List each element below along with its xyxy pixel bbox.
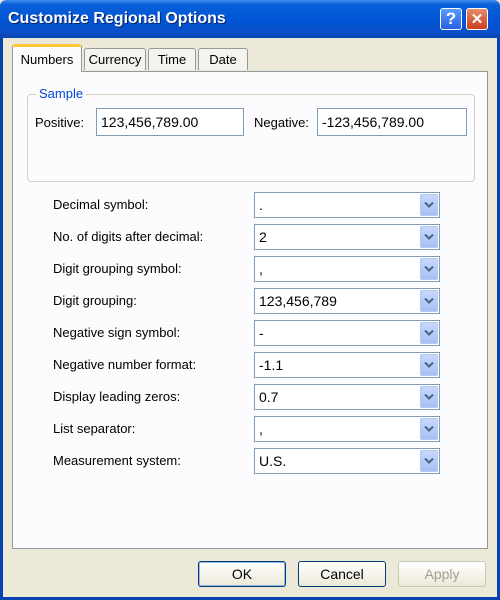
negative-sample-field: -123,456,789.00 <box>317 108 467 136</box>
dropdown-button[interactable] <box>420 258 438 280</box>
digit-grouping-symbol-label: Digit grouping symbol: <box>53 261 182 276</box>
digit-grouping-label: Digit grouping: <box>53 293 137 308</box>
decimal-symbol-label: Decimal symbol: <box>53 197 149 212</box>
sample-group-label: Sample <box>36 86 87 101</box>
chevron-down-icon <box>424 361 434 368</box>
dropdown-button[interactable] <box>420 450 438 472</box>
digits-after-decimal-label: No. of digits after decimal: <box>53 229 204 244</box>
chevron-down-icon <box>424 393 434 400</box>
cancel-button[interactable]: Cancel <box>298 561 386 587</box>
close-icon: ✕ <box>470 11 484 28</box>
help-icon: ? <box>445 9 457 28</box>
chevron-down-icon <box>424 233 434 240</box>
decimal-symbol-select[interactable]: . <box>254 192 440 218</box>
dropdown-button[interactable] <box>420 386 438 408</box>
chevron-down-icon <box>424 297 434 304</box>
select-value: , <box>259 421 263 437</box>
dropdown-button[interactable] <box>420 194 438 216</box>
close-button[interactable]: ✕ <box>466 8 488 30</box>
negative-label: Negative: <box>254 115 309 130</box>
tab-date[interactable]: Date <box>198 48 248 70</box>
dropdown-button[interactable] <box>420 418 438 440</box>
select-value: 2 <box>259 229 267 245</box>
measurement-system-select[interactable]: U.S. <box>254 448 440 474</box>
negative-sign-symbol-label: Negative sign symbol: <box>53 325 181 340</box>
select-value: 0.7 <box>259 389 279 405</box>
numbers-panel: Sample Positive: 123,456,789.00 Negative… <box>12 71 488 549</box>
select-value: -1.1 <box>259 357 284 373</box>
select-value: 123,456,789 <box>259 293 337 309</box>
select-value: U.S. <box>259 453 287 469</box>
apply-button[interactable]: Apply <box>398 561 486 587</box>
chevron-down-icon <box>424 265 434 272</box>
display-leading-zeros-label: Display leading zeros: <box>53 389 181 404</box>
select-value: . <box>259 197 263 213</box>
negative-number-format-select[interactable]: -1.1 <box>254 352 440 378</box>
window-frame-left <box>0 38 3 600</box>
ok-button[interactable]: OK <box>198 561 286 587</box>
select-value: , <box>259 261 263 277</box>
digit-grouping-symbol-select[interactable]: , <box>254 256 440 282</box>
dropdown-button[interactable] <box>420 322 438 344</box>
chevron-down-icon <box>424 329 434 336</box>
positive-label: Positive: <box>35 115 85 130</box>
dropdown-button[interactable] <box>420 354 438 376</box>
measurement-system-label: Measurement system: <box>53 453 181 468</box>
positive-sample-field: 123,456,789.00 <box>96 108 244 136</box>
sample-group: Sample Positive: 123,456,789.00 Negative… <box>27 86 475 182</box>
chevron-down-icon <box>424 425 434 432</box>
title-bar[interactable]: Customize Regional Options ? ✕ <box>0 0 500 38</box>
negative-sign-symbol-select[interactable]: - <box>254 320 440 346</box>
digits-after-decimal-select[interactable]: 2 <box>254 224 440 250</box>
digit-grouping-select[interactable]: 123,456,789 <box>254 288 440 314</box>
list-separator-select[interactable]: , <box>254 416 440 442</box>
tab-numbers[interactable]: Numbers <box>12 44 82 72</box>
tab-time[interactable]: Time <box>148 48 196 70</box>
negative-number-format-label: Negative number format: <box>53 357 197 372</box>
dropdown-button[interactable] <box>420 290 438 312</box>
chevron-down-icon <box>424 201 434 208</box>
display-leading-zeros-select[interactable]: 0.7 <box>254 384 440 410</box>
list-separator-label: List separator: <box>53 421 136 436</box>
help-button[interactable]: ? <box>440 8 462 30</box>
select-value: - <box>259 325 264 341</box>
chevron-down-icon <box>424 457 434 464</box>
window-title: Customize Regional Options <box>8 10 226 27</box>
dropdown-button[interactable] <box>420 226 438 248</box>
tab-currency[interactable]: Currency <box>84 48 146 70</box>
